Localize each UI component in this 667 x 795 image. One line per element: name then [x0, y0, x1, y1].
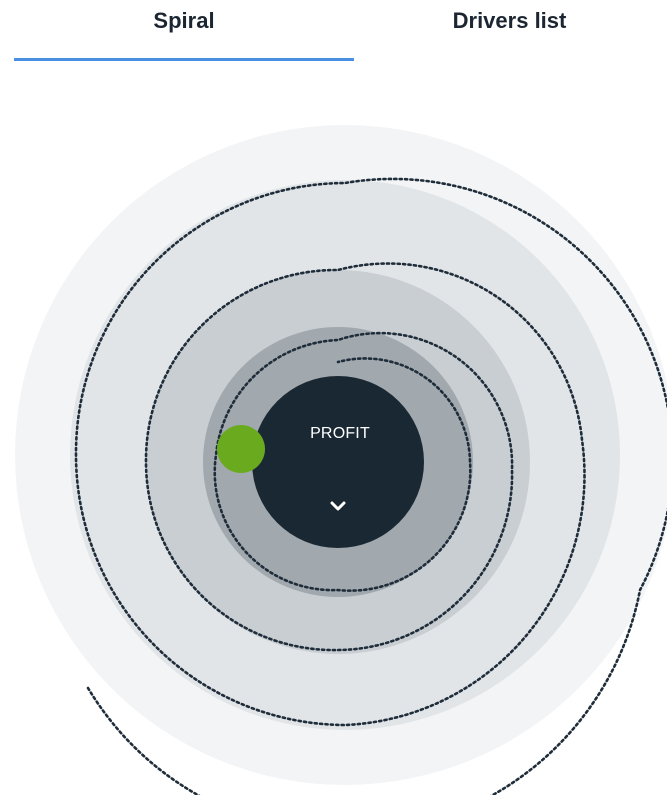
center-label: PROFIT: [310, 425, 370, 442]
chevron-down-icon[interactable]: [322, 494, 354, 520]
spiral-diagram: [15, 125, 667, 795]
green-marker[interactable]: [217, 425, 265, 473]
profit-core[interactable]: [252, 376, 424, 548]
